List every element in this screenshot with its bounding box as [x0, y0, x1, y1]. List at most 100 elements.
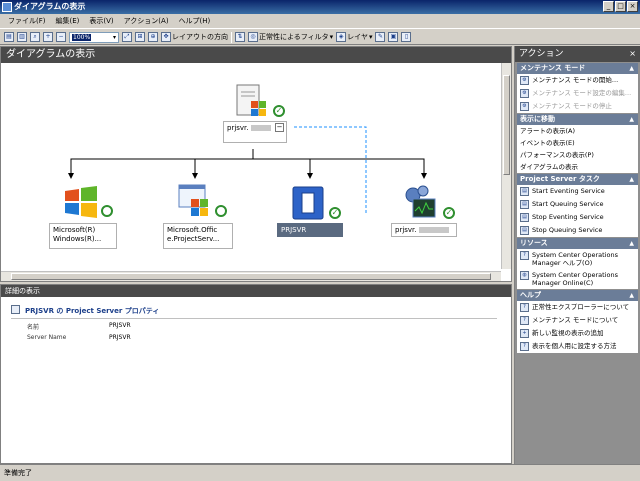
child-node-windows[interactable]: Microsoft(R) Windows(R)...	[49, 181, 119, 251]
child-node-label-selected: PRJSVR	[277, 223, 343, 237]
windows-logo-icon	[65, 186, 97, 218]
detail-label: Server Name	[27, 334, 67, 341]
action-label: Stop Queuing Service	[532, 226, 603, 234]
print-preview-icon[interactable]: ▥	[17, 32, 27, 42]
minimize-button[interactable]: _	[603, 1, 614, 12]
action-label: メンテナンス モードの停止	[532, 102, 612, 110]
collapse-button[interactable]: −	[275, 123, 284, 132]
zoom-in-icon[interactable]: +	[43, 32, 53, 42]
healthy-check-icon: ✓	[329, 207, 341, 219]
redacted-text	[418, 227, 449, 233]
action-alert-view[interactable]: アラートの表示(A)	[517, 125, 638, 137]
section-header[interactable]: ヘルプ ▲	[517, 290, 638, 301]
menu-action[interactable]: アクション(A)	[124, 16, 169, 26]
scroll-thumb[interactable]	[503, 75, 510, 175]
close-icon[interactable]: ×	[629, 46, 636, 62]
arrange-icon[interactable]: ⇅	[235, 32, 245, 42]
action-label: 表示を個人用に設定する方法	[532, 342, 617, 350]
magnify-icon[interactable]: ⊕	[148, 32, 158, 42]
task-start-queuing[interactable]: ▤ Start Queuing Service	[517, 198, 638, 211]
section-header[interactable]: Project Server タスク ▲	[517, 174, 638, 185]
child-label-line: PRJSVR	[281, 226, 307, 234]
help-add-view[interactable]: + 新しい監視の表示の追加	[517, 327, 638, 340]
root-node[interactable]: ✓ prjsvr. −	[223, 83, 293, 149]
action-label: メンテナンス モード設定の編集...	[532, 89, 632, 97]
scroll-thumb[interactable]	[11, 273, 491, 280]
zoom-out-icon[interactable]: −	[56, 32, 66, 42]
child-node-prjsvr-computer[interactable]: ✓ prjsvr.	[391, 181, 463, 241]
child-label-line: Microsoft.Offic	[167, 226, 218, 234]
panel-icon[interactable]: ▯	[401, 32, 412, 42]
zoom-select[interactable]: 100% ▾	[69, 31, 119, 43]
resource-online[interactable]: ◍ System Center Operations Manager Online…	[517, 269, 638, 289]
action-label: System Center Operations Manager Online(…	[532, 271, 618, 287]
properties-icon[interactable]: ▣	[388, 32, 399, 42]
status-circle-icon	[215, 205, 227, 217]
close-button[interactable]: ×	[627, 1, 638, 12]
details-pane: 詳細の表示 PRJSVR の Project Server プロパティ 名前 P…	[0, 284, 512, 464]
menu-view[interactable]: 表示(V)	[89, 16, 113, 26]
toolbar: ▤ ▥ ⌕ + − 100% ▾ ⤢ ⊞ ⊕ ✥ レイアウトの方向 ⇅ ◎ 正常…	[0, 30, 640, 45]
tree-icon[interactable]: ⊞	[135, 32, 145, 42]
layer-button[interactable]: ◈ レイヤ ▾	[336, 32, 372, 42]
maintenance-icon: ⚙	[520, 89, 529, 98]
horizontal-scrollbar[interactable]	[1, 271, 501, 281]
help-health-explorer[interactable]: ? 正常性エクスプローラーについて	[517, 301, 638, 314]
globe-icon: ◍	[520, 271, 529, 280]
section-title: ヘルプ	[520, 291, 541, 299]
server-icon	[236, 84, 266, 116]
help-maintenance-mode[interactable]: ? メンテナンス モードについて	[517, 314, 638, 327]
section-header[interactable]: リソース ▲	[517, 238, 638, 249]
action-event-view[interactable]: イベントの表示(E)	[517, 137, 638, 149]
action-start-maintenance[interactable]: ⚙ メンテナンス モードの開始...	[517, 74, 638, 87]
action-label: Start Eventing Service	[532, 187, 605, 195]
menu-edit[interactable]: 編集(E)	[56, 16, 80, 26]
help-icon: ?	[520, 342, 529, 351]
task-icon: ▤	[520, 200, 529, 209]
layout-direction-button[interactable]: ✥ レイアウトの方向	[161, 32, 228, 42]
action-label: Start Queuing Service	[532, 200, 604, 208]
section-help: ヘルプ ▲ ? 正常性エクスプローラーについて ? メンテナンス モードについて + 新…	[517, 290, 638, 353]
action-label: パフォーマンスの表示(P)	[520, 151, 594, 159]
application-icon	[178, 184, 208, 216]
vertical-scrollbar[interactable]	[501, 63, 511, 269]
collapse-icon: ▲	[629, 65, 634, 72]
section-title: メンテナンス モード	[520, 64, 586, 72]
child-node-prjsvr[interactable]: ✓ PRJSVR	[277, 181, 349, 241]
maintenance-icon: ⚙	[520, 76, 529, 85]
child-node-office-project[interactable]: Microsoft.Offic e.ProjectServ...	[163, 181, 235, 251]
task-stop-eventing[interactable]: ▤ Stop Eventing Service	[517, 211, 638, 224]
properties-icon	[11, 305, 20, 314]
highlight-icon[interactable]: ✎	[375, 32, 386, 42]
action-stop-maintenance: ⚙ メンテナンス モードの停止	[517, 100, 638, 113]
maximize-button[interactable]: □	[615, 1, 626, 12]
menu-file[interactable]: ファイル(F)	[8, 16, 46, 26]
chevron-down-icon: ▾	[368, 33, 373, 41]
section-header[interactable]: 表示に移動 ▲	[517, 114, 638, 125]
print-icon[interactable]: ▤	[4, 32, 14, 42]
section-header[interactable]: メンテナンス モード ▲	[517, 63, 638, 74]
task-icon: ▤	[520, 226, 529, 235]
chevron-down-icon: ▾	[112, 33, 116, 41]
fit-icon[interactable]: ⤢	[122, 32, 132, 42]
zoom-icon[interactable]: ⌕	[30, 32, 40, 42]
health-filter-label: 正常性によるフィルタ	[259, 33, 329, 41]
action-performance-view[interactable]: パフォーマンスの表示(P)	[517, 149, 638, 161]
add-icon: +	[520, 329, 529, 338]
detail-value: PRJSVR	[109, 334, 131, 341]
task-start-eventing[interactable]: ▤ Start Eventing Service	[517, 185, 638, 198]
status-bar: 準備完了	[0, 464, 640, 480]
action-diagram-view[interactable]: ダイアグラムの表示	[517, 161, 638, 173]
separator	[231, 31, 232, 43]
actions-pane: アクション × メンテナンス モード ▲ ⚙ メンテナンス モードの開始... ⚙ メ…	[514, 46, 640, 464]
resource-help[interactable]: ? System Center Operations Manager ヘルプ(O)	[517, 249, 638, 269]
actions-header: アクション ×	[515, 46, 640, 62]
action-label: ダイアグラムの表示	[520, 163, 578, 171]
help-personalize[interactable]: ? 表示を個人用に設定する方法	[517, 340, 638, 353]
health-filter-button[interactable]: ◎ 正常性によるフィルタ ▾	[248, 32, 333, 42]
action-label: System Center Operations Manager ヘルプ(O)	[532, 251, 618, 267]
section-maintenance: メンテナンス モード ▲ ⚙ メンテナンス モードの開始... ⚙ メンテナンス モー…	[517, 63, 638, 113]
window-title: ダイアグラムの表示	[14, 2, 86, 11]
task-stop-queuing[interactable]: ▤ Stop Queuing Service	[517, 224, 638, 237]
menu-help[interactable]: ヘルプ(H)	[179, 16, 211, 26]
